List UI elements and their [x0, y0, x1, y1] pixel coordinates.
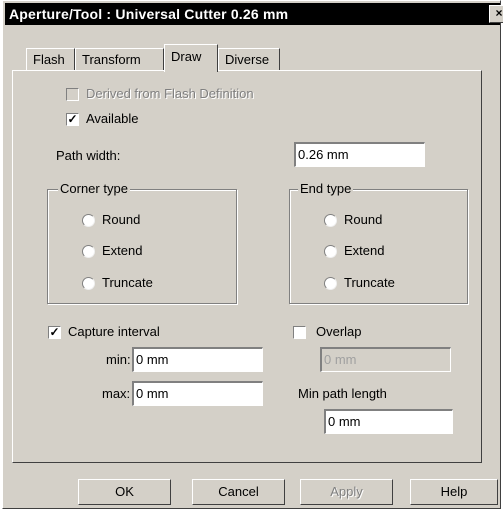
end-extend-radio[interactable]: [324, 245, 337, 258]
max-interval-input[interactable]: 0 mm: [132, 381, 263, 406]
min-path-length-input[interactable]: 0 mm: [324, 409, 453, 434]
end-truncate-radio[interactable]: [324, 277, 337, 290]
end-round-label: Round: [344, 212, 383, 227]
close-icon[interactable]: ×: [489, 5, 503, 23]
title-bar[interactable]: Aperture/Tool : Universal Cutter 0.26 mm: [5, 3, 500, 25]
min-label: min:: [106, 352, 131, 367]
tab-transform-label: Transform: [82, 52, 141, 67]
window-title: Aperture/Tool : Universal Cutter 0.26 mm: [9, 6, 289, 22]
min-path-length-label: Min path length: [298, 386, 387, 401]
cancel-button[interactable]: Cancel: [192, 479, 285, 505]
corner-extend-radio[interactable]: [82, 245, 95, 258]
capture-interval-checkbox[interactable]: ✓: [48, 326, 61, 339]
tab-diverse[interactable]: Diverse: [218, 48, 280, 70]
max-label: max:: [102, 386, 131, 401]
tab-flash[interactable]: Flash: [26, 48, 75, 70]
corner-type-legend: Corner type: [58, 181, 130, 196]
end-type-legend: End type: [298, 181, 354, 196]
end-extend-label: Extend: [344, 243, 385, 258]
end-truncate-label: Truncate: [344, 275, 395, 290]
end-round-radio[interactable]: [324, 214, 337, 227]
tab-diverse-label: Diverse: [225, 52, 270, 67]
capture-interval-label: Capture interval: [68, 324, 160, 339]
corner-extend-label: Extend: [102, 243, 143, 258]
tab-flash-label: Flash: [33, 52, 65, 67]
overlap-checkbox[interactable]: [293, 326, 306, 339]
derived-label: Derived from Flash Definition: [86, 86, 254, 101]
available-checkbox[interactable]: ✓: [66, 113, 79, 126]
active-tab-joiner: [165, 69, 216, 72]
available-label: Available: [86, 111, 139, 126]
path-width-input[interactable]: 0.26 mm: [294, 142, 425, 167]
apply-button[interactable]: Apply: [300, 479, 393, 505]
corner-truncate-radio[interactable]: [82, 277, 95, 290]
path-width-label: Path width:: [56, 148, 121, 163]
tab-transform[interactable]: Transform: [75, 48, 164, 70]
overlap-label: Overlap: [316, 324, 362, 339]
corner-round-radio[interactable]: [82, 214, 95, 227]
min-interval-input[interactable]: 0 mm: [132, 347, 263, 372]
corner-truncate-label: Truncate: [102, 275, 153, 290]
tab-draw-label: Draw: [171, 49, 202, 64]
derived-checkbox[interactable]: [66, 88, 79, 101]
ok-button[interactable]: OK: [78, 479, 171, 505]
help-button[interactable]: Help: [410, 479, 498, 505]
overlap-input[interactable]: 0 mm: [320, 347, 451, 372]
corner-round-label: Round: [102, 212, 141, 227]
tab-draw[interactable]: Draw: [164, 44, 218, 72]
